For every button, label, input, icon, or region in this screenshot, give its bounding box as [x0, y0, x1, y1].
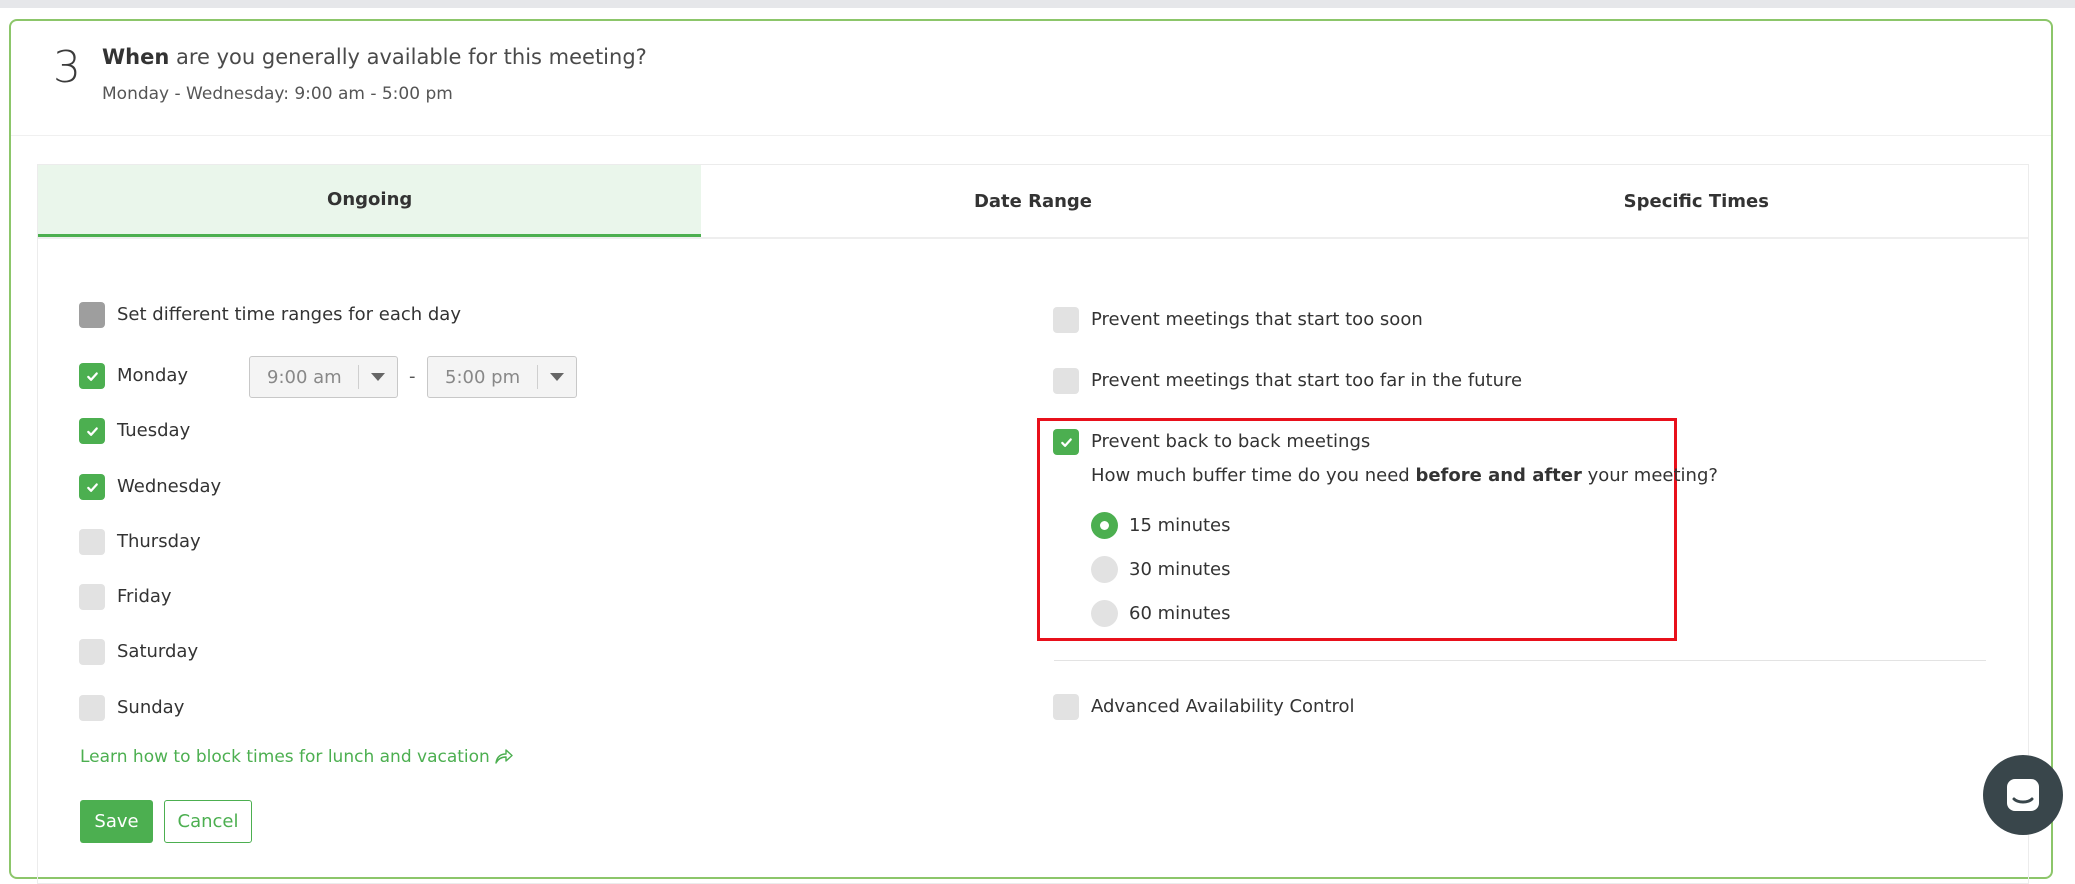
save-button[interactable]: Save — [80, 800, 153, 843]
question-title-rest: are you generally available for this mee… — [169, 45, 647, 69]
buffer-60-radio[interactable] — [1091, 600, 1118, 627]
cancel-button[interactable]: Cancel — [164, 800, 252, 843]
step-number: 3 — [53, 42, 81, 93]
friday-checkbox[interactable] — [79, 584, 105, 610]
start-time-select[interactable]: 9:00 am — [249, 356, 398, 398]
availability-panel — [37, 164, 2029, 884]
availability-summary: Monday - Wednesday: 9:00 am - 5:00 pm — [102, 84, 453, 104]
buffer-30-label: 30 minutes — [1129, 559, 1231, 580]
different-ranges-checkbox[interactable] — [79, 302, 105, 328]
chat-launcher-button[interactable] — [1983, 755, 2063, 835]
start-time-value: 9:00 am — [267, 366, 342, 388]
sunday-label: Sunday — [117, 697, 185, 718]
buffer-15-radio[interactable] — [1091, 512, 1118, 539]
tab-specific-times[interactable]: Specific Times — [1365, 165, 2028, 237]
check-icon — [86, 426, 98, 436]
buffer-60-label: 60 minutes — [1129, 603, 1231, 624]
tuesday-label: Tuesday — [117, 420, 191, 441]
time-range-separator: - — [409, 366, 416, 387]
buffer-question-prefix: How much buffer time do you need — [1091, 465, 1416, 486]
thursday-checkbox[interactable] — [79, 529, 105, 555]
saturday-checkbox[interactable] — [79, 639, 105, 665]
wednesday-checkbox[interactable] — [79, 474, 105, 500]
tuesday-checkbox[interactable] — [79, 418, 105, 444]
prevent-too-far-label: Prevent meetings that start too far in t… — [1091, 370, 1523, 391]
saturday-label: Saturday — [117, 641, 199, 662]
advanced-availability-checkbox[interactable] — [1053, 694, 1079, 720]
top-bar — [0, 0, 2075, 8]
sunday-checkbox[interactable] — [79, 695, 105, 721]
friday-label: Friday — [117, 586, 172, 607]
prevent-back-to-back-label: Prevent back to back meetings — [1091, 431, 1371, 452]
end-time-value: 5:00 pm — [445, 366, 521, 388]
buffer-15-label: 15 minutes — [1129, 515, 1231, 536]
right-divider — [1054, 660, 1986, 661]
prevent-too-far-checkbox[interactable] — [1053, 368, 1079, 394]
advanced-availability-label: Advanced Availability Control — [1091, 696, 1355, 717]
availability-tabs: Ongoing Date Range Specific Times — [38, 165, 2028, 239]
chevron-down-icon — [359, 373, 397, 381]
tab-date-range[interactable]: Date Range — [701, 165, 1364, 237]
chat-icon — [2007, 779, 2039, 811]
prevent-too-soon-checkbox[interactable] — [1053, 307, 1079, 333]
buffer-question-suffix: your meeting? — [1581, 465, 1718, 486]
prevent-too-soon-label: Prevent meetings that start too soon — [1091, 309, 1423, 330]
tab-ongoing[interactable]: Ongoing — [38, 165, 702, 237]
monday-checkbox[interactable] — [79, 363, 105, 389]
question-title: When are you generally available for thi… — [102, 45, 647, 69]
check-icon — [1060, 437, 1072, 447]
monday-label: Monday — [117, 365, 189, 386]
buffer-30-radio[interactable] — [1091, 556, 1118, 583]
buffer-question-bold: before and after — [1415, 465, 1582, 486]
different-ranges-label: Set different time ranges for each day — [117, 304, 461, 325]
end-time-select[interactable]: 5:00 pm — [427, 356, 577, 398]
check-icon — [86, 371, 98, 381]
check-icon — [86, 482, 98, 492]
thursday-label: Thursday — [117, 531, 201, 552]
header-divider — [11, 135, 2051, 136]
buffer-question: How much buffer time do you need before … — [1091, 465, 1718, 486]
prevent-back-to-back-checkbox[interactable] — [1053, 429, 1079, 455]
learn-block-times-link[interactable]: Learn how to block times for lunch and v… — [80, 747, 513, 767]
learn-link-text: Learn how to block times for lunch and v… — [80, 747, 490, 767]
question-title-bold: When — [102, 45, 170, 69]
share-arrow-icon — [495, 749, 513, 764]
chevron-down-icon — [538, 373, 576, 381]
wednesday-label: Wednesday — [117, 476, 222, 497]
